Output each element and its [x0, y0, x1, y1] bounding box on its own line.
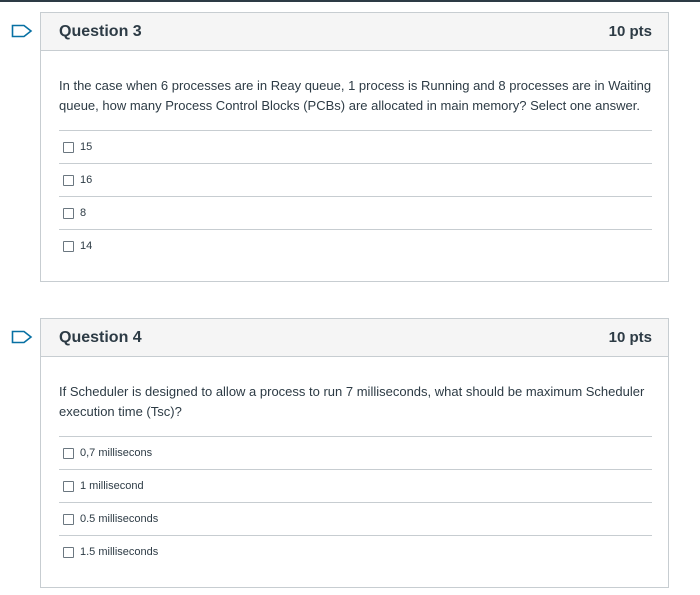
question-title: Question 4: [59, 328, 142, 346]
checkbox-icon[interactable]: [63, 174, 74, 186]
answer-label: 8: [80, 207, 87, 219]
top-divider: [0, 0, 700, 2]
question-points: 10 pts: [608, 23, 652, 40]
checkbox-icon[interactable]: [63, 513, 74, 525]
checkbox-icon[interactable]: [63, 207, 74, 219]
answer-option[interactable]: 1.5 milliseconds: [59, 535, 652, 568]
question-text: In the case when 6 processes are in Reay…: [59, 78, 652, 113]
question-header: Question 4 10 pts: [41, 319, 668, 357]
question-points: 10 pts: [608, 329, 652, 346]
answer-label: 15: [80, 141, 93, 153]
answer-option[interactable]: 14: [59, 229, 652, 262]
question-card-3: Question 3 10 pts In the case when 6 pro…: [40, 12, 669, 282]
question-card-4: Question 4 10 pts If Scheduler is design…: [40, 318, 669, 588]
answer-label: 16: [80, 174, 93, 186]
checkbox-icon[interactable]: [63, 447, 74, 459]
answer-label: 0,7 millisecons: [80, 447, 153, 459]
answer-option[interactable]: 15: [59, 130, 652, 163]
flag-question-icon[interactable]: [11, 330, 33, 344]
checkbox-icon[interactable]: [63, 546, 74, 558]
flag-question-icon[interactable]: [11, 24, 33, 38]
answer-option[interactable]: 0.5 milliseconds: [59, 502, 652, 535]
answer-label: 1 millisecond: [80, 480, 144, 492]
question-title: Question 3: [59, 22, 142, 40]
checkbox-icon[interactable]: [63, 480, 74, 492]
answer-list: 0,7 millisecons 1 millisecond 0.5 millis…: [59, 436, 652, 568]
answer-list: 15 16 8 14: [59, 130, 652, 262]
answer-option[interactable]: 0,7 millisecons: [59, 436, 652, 469]
answer-label: 0.5 milliseconds: [80, 513, 159, 525]
answer-option[interactable]: 1 millisecond: [59, 469, 652, 502]
question-header: Question 3 10 pts: [41, 13, 668, 51]
checkbox-icon[interactable]: [63, 141, 74, 153]
answer-option[interactable]: 8: [59, 196, 652, 229]
answer-option[interactable]: 16: [59, 163, 652, 196]
answer-label: 14: [80, 240, 93, 252]
question-text: If Scheduler is designed to allow a proc…: [59, 384, 645, 419]
answer-label: 1.5 milliseconds: [80, 546, 159, 558]
checkbox-icon[interactable]: [63, 240, 74, 252]
